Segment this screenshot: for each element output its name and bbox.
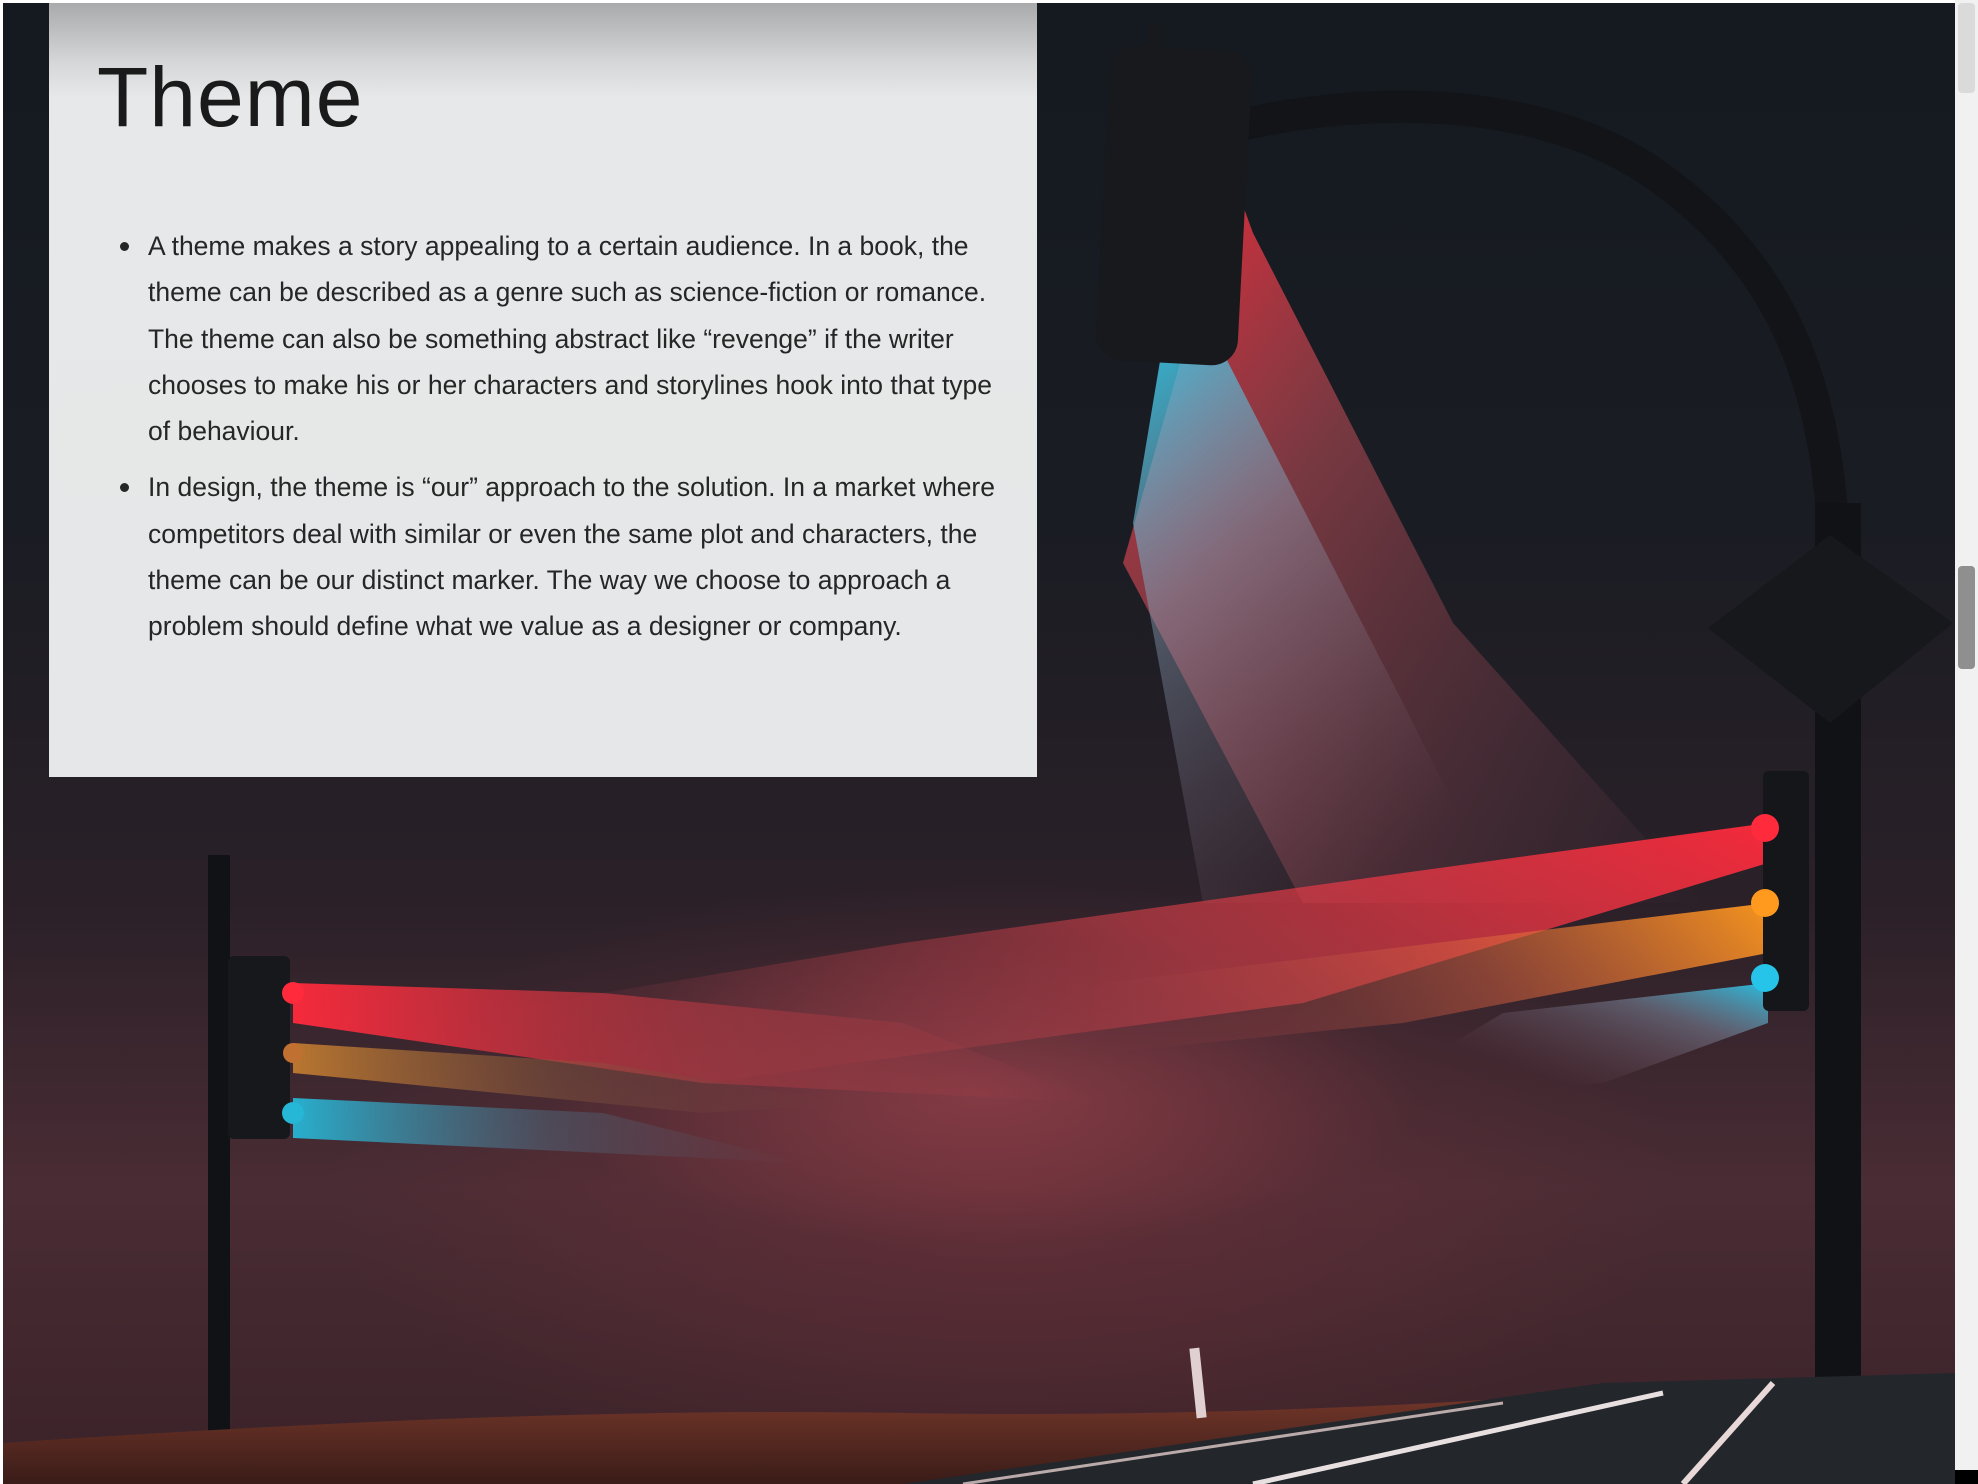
list-item-text: In design, the theme is “our” approach t… bbox=[148, 472, 995, 642]
list-item: In design, the theme is “our” approach t… bbox=[120, 464, 1008, 649]
bullet-icon bbox=[120, 483, 129, 493]
left-cyan-lamp bbox=[282, 1102, 304, 1124]
right-cyan-lamp bbox=[1751, 964, 1779, 992]
bullet-icon bbox=[120, 242, 129, 251]
right-amber-lamp bbox=[1751, 889, 1779, 917]
list-item: A theme makes a story appealing to a cer… bbox=[120, 223, 1008, 454]
roadside-marker-post bbox=[1189, 1347, 1207, 1419]
list-item-text: A theme makes a story appealing to a cer… bbox=[148, 231, 993, 447]
left-traffic-pole bbox=[208, 855, 230, 1484]
overhead-light-mount bbox=[1148, 23, 1162, 73]
slide-viewport: Theme A theme makes a story appealing to… bbox=[0, 0, 1978, 1484]
scrollbar-corner bbox=[1955, 1470, 1978, 1484]
right-red-lamp bbox=[1751, 814, 1779, 842]
scrollbar-thumb[interactable] bbox=[1958, 566, 1975, 669]
scrollbar-top-track[interactable] bbox=[1958, 3, 1975, 93]
left-amber-lamp bbox=[283, 1043, 303, 1063]
left-traffic-light-housing bbox=[228, 956, 290, 1139]
diamond-road-sign bbox=[1708, 535, 1953, 723]
theme-bullet-list: A theme makes a story appealing to a cer… bbox=[120, 223, 1008, 660]
overhead-traffic-light-housing bbox=[1096, 45, 1252, 366]
vertical-scrollbar[interactable] bbox=[1955, 0, 1978, 1484]
theme-card: Theme A theme makes a story appealing to… bbox=[49, 3, 1037, 777]
left-red-lamp bbox=[282, 982, 304, 1004]
card-title: Theme bbox=[97, 50, 364, 144]
